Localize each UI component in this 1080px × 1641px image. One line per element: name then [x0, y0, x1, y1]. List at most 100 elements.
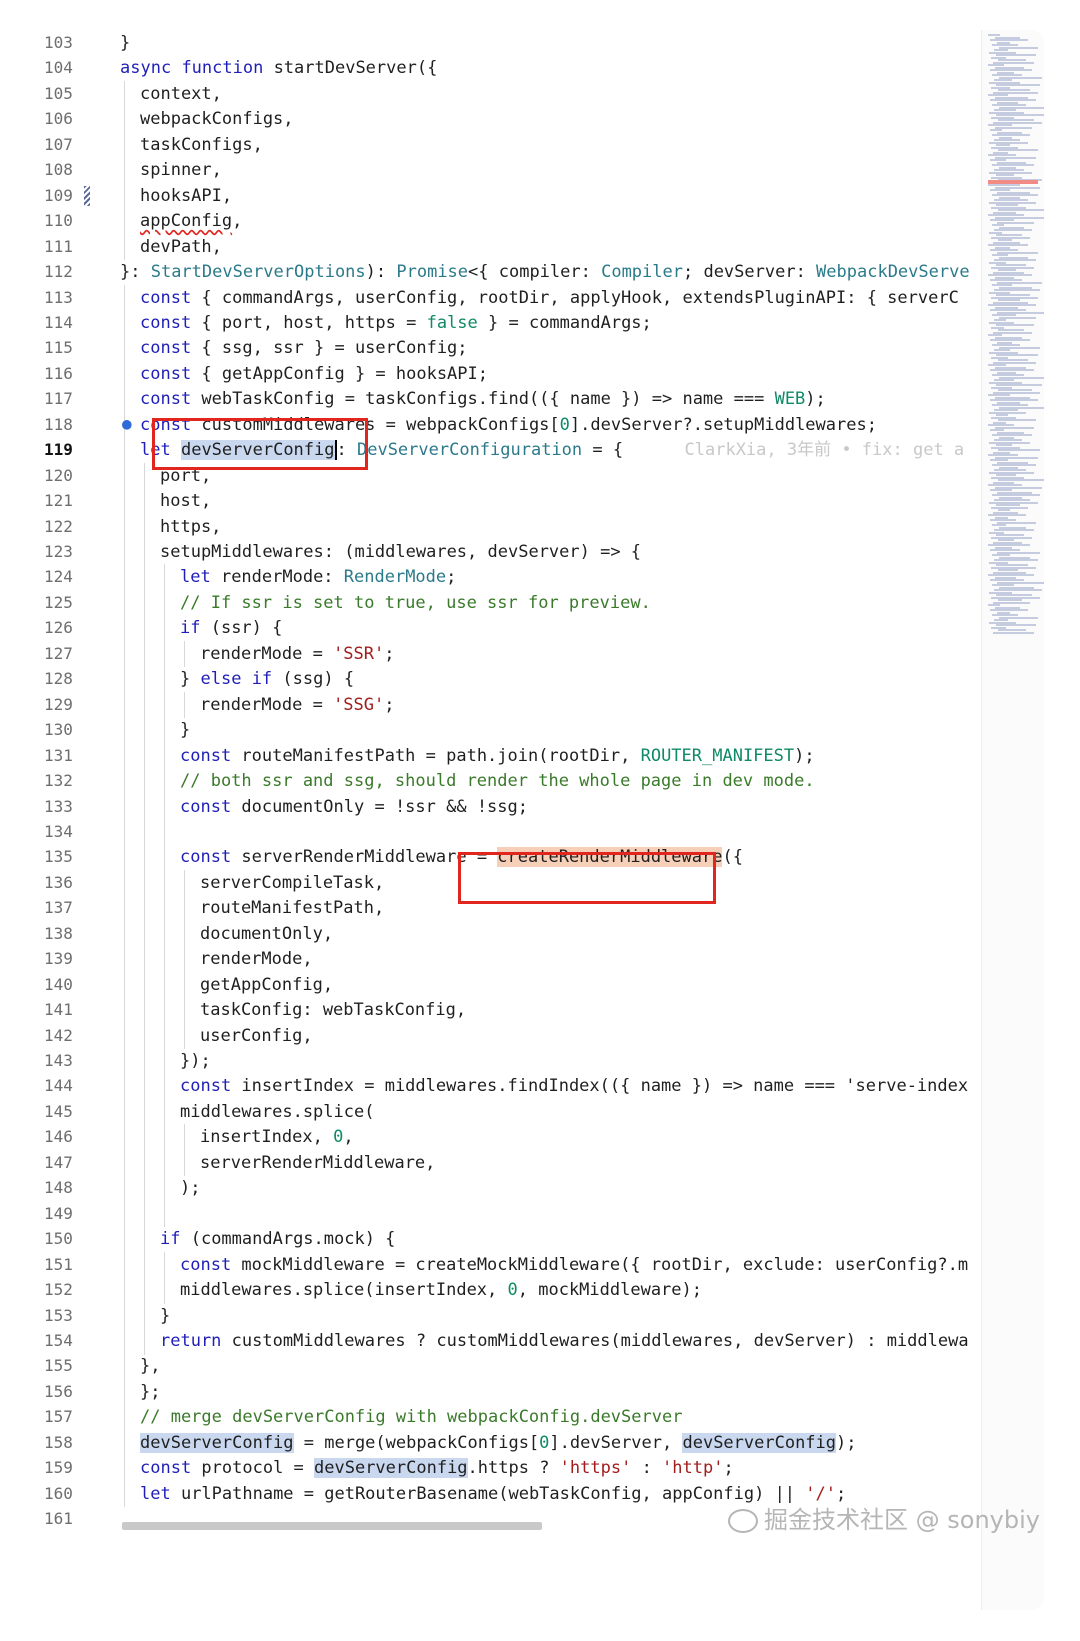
indent-guide — [144, 666, 145, 693]
code-area[interactable]: 103} 104 async function startDevServer({10… — [34, 30, 981, 1610]
line-number: 137 — [44, 898, 73, 918]
code-text: context, — [140, 83, 222, 104]
line-number: 134 — [44, 821, 73, 841]
code-line[interactable]: 153} — [34, 1302, 981, 1330]
code-line[interactable]: 112}: StartDevServerOptions): Promise<{ … — [34, 259, 981, 286]
code-text: appConfig, — [140, 211, 243, 232]
line-number: 133 — [44, 796, 73, 816]
line-number: 149 — [44, 1203, 73, 1223]
indent-guide — [164, 1149, 165, 1177]
code-line[interactable]: 134 — [34, 818, 981, 846]
indent-guide — [144, 844, 145, 872]
code-line[interactable]: 150 if (commandArgs.mock) { — [34, 1226, 981, 1253]
code-line[interactable]: 107 taskConfigs, — [34, 131, 981, 159]
code-line[interactable]: 111 devPath, — [34, 233, 981, 261]
indent-guide — [144, 1251, 145, 1279]
line-number: 123 — [44, 542, 73, 561]
code-line[interactable]: 139 renderMode, — [34, 946, 981, 973]
code-text: userConfig, — [200, 1025, 313, 1046]
code-line[interactable]: 106 webpackConfigs, — [34, 106, 981, 134]
line-number: 138 — [44, 923, 73, 943]
line-number: 119 — [44, 440, 73, 460]
code-line[interactable]: 124 let renderMode: RenderMode; — [34, 564, 981, 592]
code-line[interactable]: 149 — [34, 1200, 981, 1228]
code-line[interactable]: 130} — [34, 717, 981, 744]
indent-guide — [124, 1175, 125, 1202]
code-line[interactable]: 117 const webTaskConfig = taskConfigs.fin… — [34, 386, 981, 413]
indent-guide — [144, 564, 145, 592]
code-line[interactable]: 126 if (ssr) { — [34, 615, 981, 643]
line-number: 115 — [44, 338, 73, 358]
code-line[interactable]: 158 devServerConfig = merge(webpackConfig… — [34, 1429, 981, 1457]
code-line[interactable]: 157 // merge devServerConfig with webpack… — [34, 1404, 981, 1431]
code-line[interactable]: 159 const protocol = devServerConfig.http… — [34, 1455, 981, 1482]
indent-guide — [144, 1175, 145, 1202]
indent-guide — [124, 844, 125, 872]
indent-guide — [164, 971, 165, 999]
code-line[interactable]: 113 const { commandArgs, userConfig, root… — [34, 284, 981, 312]
indent-guide — [144, 997, 145, 1024]
indent-guide — [124, 717, 125, 744]
indent-guide — [144, 488, 145, 515]
code-line[interactable]: 109 hooksAPI, — [34, 182, 981, 210]
line-number: 148 — [44, 1178, 73, 1198]
code-line[interactable]: 128} else if (ssg) { — [34, 666, 981, 693]
code-line[interactable]: 115 const { ssg, ssr } = userConfig; — [34, 335, 981, 363]
indent-guide — [124, 589, 125, 617]
code-line[interactable]: 104 async function startDevServer({ — [34, 55, 981, 82]
horizontal-scrollbar[interactable] — [122, 1522, 542, 1530]
code-line[interactable]: 141 taskConfig: webTaskConfig, — [34, 997, 981, 1024]
code-line[interactable]: 131 const routeManifestPath = path.join(r… — [34, 742, 981, 770]
code-line[interactable]: 144 const insertIndex = middlewares.findI… — [34, 1073, 981, 1101]
indent-guide — [144, 1226, 145, 1253]
code-line[interactable]: 154 return customMiddlewares ? customMidd… — [34, 1327, 981, 1355]
code-line[interactable]: 129 renderMode = 'SSG'; — [34, 691, 981, 719]
indent-guide — [144, 462, 145, 490]
code-line[interactable]: 138 documentOnly, — [34, 920, 981, 948]
indent-guide — [124, 1302, 125, 1330]
lightbulb-icon[interactable]: ● — [122, 414, 132, 433]
code-text: documentOnly, — [200, 923, 334, 944]
indent-guide — [144, 513, 145, 541]
code-line[interactable]: 103} — [34, 30, 981, 57]
code-text: renderMode, — [200, 949, 313, 970]
git-change-marker[interactable] — [84, 185, 90, 206]
code-line[interactable]: 142 userConfig, — [34, 1022, 981, 1050]
indent-guide — [144, 1327, 145, 1355]
code-line[interactable]: 116 const { getAppConfig } = hooksAPI; — [34, 360, 981, 388]
code-line[interactable]: 152 middlewares.splice(insertIndex, 0, mo… — [34, 1277, 981, 1304]
indent-guide — [164, 895, 165, 922]
indent-guide — [124, 309, 125, 337]
code-line[interactable]: 108 spinner, — [34, 157, 981, 184]
code-line[interactable]: 156}; — [34, 1378, 981, 1406]
code-line[interactable]: 143}); — [34, 1048, 981, 1075]
code-line[interactable]: 133 const documentOnly = !ssr && !ssg; — [34, 793, 981, 821]
line-number: 159 — [44, 1458, 73, 1478]
code-line[interactable]: 125 // If ssr is set to true, use ssr for… — [34, 589, 981, 617]
code-line[interactable]: 121 host, — [34, 488, 981, 515]
code-line[interactable]: 155}, — [34, 1353, 981, 1381]
code-line[interactable]: 127 renderMode = 'SSR'; — [34, 640, 981, 668]
line-number: 109 — [44, 185, 73, 205]
indent-guide — [124, 640, 125, 668]
code-line[interactable]: 145 middlewares.splice( — [34, 1098, 981, 1126]
code-line[interactable]: 148); — [34, 1175, 981, 1202]
code-line[interactable]: 140 getAppConfig, — [34, 971, 981, 999]
indent-guide — [124, 869, 125, 897]
code-line[interactable]: 114 const { port, host, https = false } =… — [34, 309, 981, 337]
code-line[interactable]: 110 appConfig, — [34, 208, 981, 235]
code-line[interactable]: 147 serverRenderMiddleware, — [34, 1149, 981, 1177]
code-text: webpackConfigs, — [140, 109, 294, 130]
code-line[interactable]: 105 context, — [34, 80, 981, 108]
code-line[interactable]: 123 setupMiddlewares: (middlewares, devSe… — [34, 539, 981, 566]
code-line[interactable]: 151 const mockMiddleware = createMockMidd… — [34, 1251, 981, 1279]
line-number: 157 — [44, 1407, 73, 1427]
code-line[interactable]: 146 insertIndex, 0, — [34, 1124, 981, 1152]
indent-guide — [164, 615, 165, 643]
code-line[interactable]: 132 // both ssr and ssg, should render th… — [34, 768, 981, 795]
code-text: }; — [140, 1381, 161, 1402]
indent-guide — [124, 742, 125, 770]
minimap[interactable] — [981, 30, 1044, 1610]
line-number: 117 — [44, 389, 73, 409]
code-line[interactable]: 122 https, — [34, 513, 981, 541]
